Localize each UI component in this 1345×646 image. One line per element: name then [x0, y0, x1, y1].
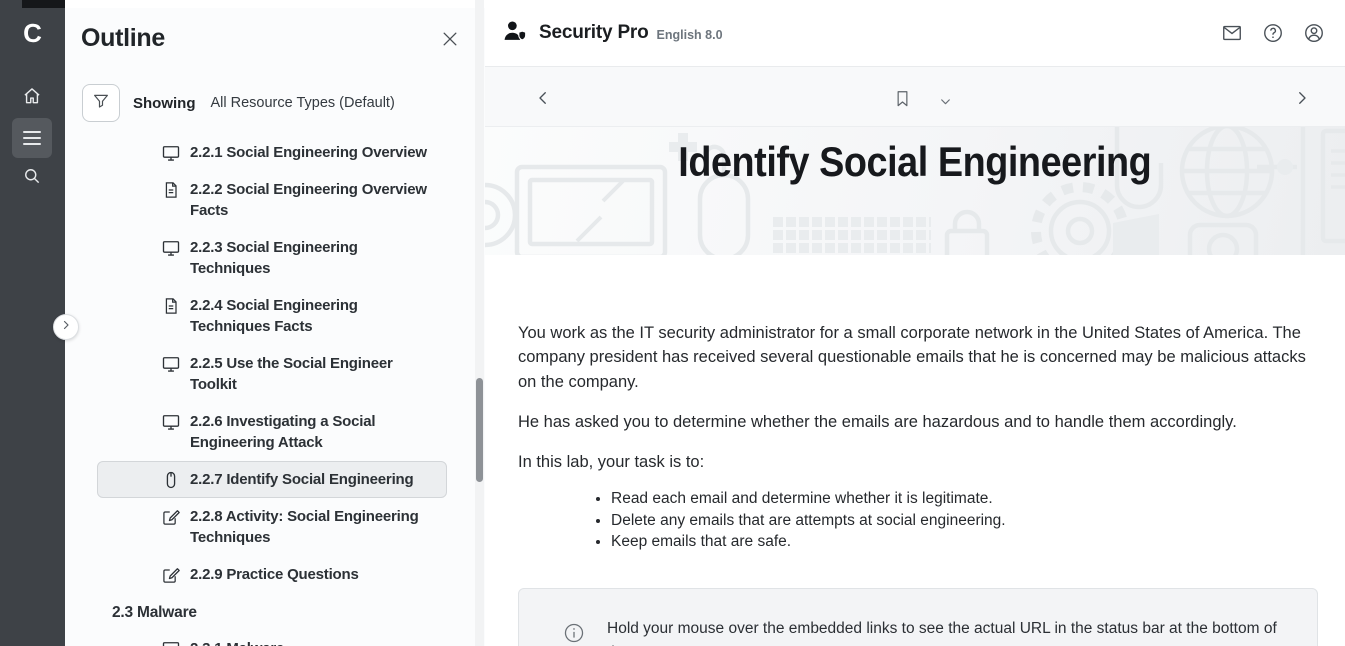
outline-item[interactable]: 2.2.2 Social Engineering Overview Facts: [97, 171, 447, 229]
outline-item[interactable]: 2.2.1 Social Engineering Overview: [97, 134, 447, 171]
video-icon: [161, 238, 181, 258]
outline-item-label: 2.2.6 Investigating a Social Engineering…: [190, 411, 438, 453]
task-item: Keep emails that are safe.: [611, 531, 1318, 552]
app-title: Security Pro: [539, 22, 649, 44]
close-icon: [440, 29, 460, 54]
outline-item[interactable]: 2.3.1 Malware: [97, 630, 447, 646]
menu-icon: [23, 127, 41, 149]
bookmark-caret-icon[interactable]: [933, 89, 957, 113]
outline-item[interactable]: 2.2.3 Social Engineering Techniques: [97, 229, 447, 287]
next-button[interactable]: [1290, 86, 1314, 110]
brand-logo-c: C: [0, 16, 65, 50]
task-intro: In this lab, your task is to:: [518, 450, 1318, 474]
outline-item-label: 2.2.8 Activity: Social Engineering Techn…: [190, 506, 438, 548]
task-item: Delete any emails that are attempts at s…: [611, 510, 1318, 531]
search-icon: [22, 166, 42, 191]
mail-icon[interactable]: [1221, 22, 1243, 44]
outline-item[interactable]: 2.2.7 Identify Social Engineering: [97, 461, 447, 498]
activity-icon: [161, 507, 181, 527]
sidebar-top-strip: [22, 0, 65, 8]
outline-item-label: 2.2.5 Use the Social Engineer Toolkit: [190, 353, 438, 395]
outline-section-heading: 2.3 Malware: [112, 602, 485, 624]
outline-item-label: 2.2.1 Social Engineering Overview: [190, 142, 427, 163]
outline-item[interactable]: 2.2.4 Social Engineering Techniques Fact…: [97, 287, 447, 345]
outline-item[interactable]: 2.2.8 Activity: Social Engineering Techn…: [97, 498, 447, 556]
info-icon: [563, 622, 585, 644]
page-title: Identify Social Engineering: [485, 138, 1345, 186]
document-icon: [161, 180, 181, 200]
sidebar-item-outline[interactable]: [12, 118, 52, 158]
video-icon: [161, 412, 181, 432]
outline-item-label: 2.2.3 Social Engineering Techniques: [190, 237, 438, 279]
outline-scrollbar-track[interactable]: [475, 0, 484, 646]
task-list: Read each email and determine whether it…: [518, 488, 1318, 552]
outline-item[interactable]: 2.2.6 Investigating a Social Engineering…: [97, 403, 447, 461]
filter-icon: [92, 92, 110, 115]
info-note-box: Hold your mouse over the embedded links …: [518, 588, 1318, 646]
sidebar-item-search[interactable]: [12, 158, 52, 198]
sidebar-item-home[interactable]: [12, 78, 52, 118]
outline-list: 2.2.1 Social Engineering Overview 2.2.2 S…: [65, 134, 485, 646]
brand-icon: [502, 18, 529, 49]
main-area: Security Pro English 8.0: [485, 0, 1345, 646]
outline-item-label: 2.3.1 Malware: [190, 638, 284, 646]
filter-row: Showing All Resource Types (Default): [82, 84, 395, 122]
home-icon: [22, 86, 42, 111]
filter-value: All Resource Types (Default): [211, 95, 395, 111]
filter-showing-label: Showing: [133, 95, 196, 112]
lesson-body: You work as the IT security administrato…: [485, 255, 1345, 646]
previous-button[interactable]: [531, 86, 555, 110]
info-note-text: Hold your mouse over the embedded links …: [607, 617, 1277, 646]
lesson-toolbar: [485, 67, 1345, 127]
help-icon[interactable]: [1262, 22, 1284, 44]
app-window: C Outline: [0, 0, 1345, 646]
scenario-paragraph: You work as the IT security administrato…: [518, 321, 1318, 394]
outline-item-label: 2.2.7 Identify Social Engineering: [190, 469, 413, 490]
main-header: Security Pro English 8.0: [485, 0, 1345, 67]
panel-top-strip: [65, 0, 485, 8]
outline-item[interactable]: 2.2.5 Use the Social Engineer Toolkit: [97, 345, 447, 403]
document-icon: [161, 296, 181, 316]
outline-item-label: 2.2.2 Social Engineering Overview Facts: [190, 179, 438, 221]
video-icon: [161, 143, 181, 163]
filter-button[interactable]: [82, 84, 120, 122]
task-item: Read each email and determine whether it…: [611, 488, 1318, 509]
lesson-hero: Identify Social Engineering: [485, 127, 1345, 255]
video-icon: [161, 639, 181, 646]
video-icon: [161, 354, 181, 374]
outline-title: Outline: [81, 24, 165, 53]
outline-item-label: 2.2.9 Practice Questions: [190, 564, 359, 585]
lab-icon: [161, 470, 181, 490]
outline-item-label: 2.2.4 Social Engineering Techniques Fact…: [190, 295, 438, 337]
app-edition: English 8.0: [657, 28, 723, 42]
activity-icon: [161, 565, 181, 585]
expand-icon: [60, 318, 72, 336]
outline-panel: Outline Showing All Resource Types (Defa…: [65, 0, 485, 646]
bookmark-button[interactable]: [890, 86, 914, 110]
scenario-paragraph: He has asked you to determine whether th…: [518, 410, 1318, 434]
outline-scrollbar-thumb[interactable]: [476, 378, 483, 482]
outline-item[interactable]: 2.2.9 Practice Questions: [97, 556, 447, 593]
header-icons: [1221, 22, 1325, 44]
account-icon[interactable]: [1303, 22, 1325, 44]
panel-expand-button[interactable]: [53, 314, 79, 340]
outline-close-button[interactable]: [438, 29, 462, 53]
